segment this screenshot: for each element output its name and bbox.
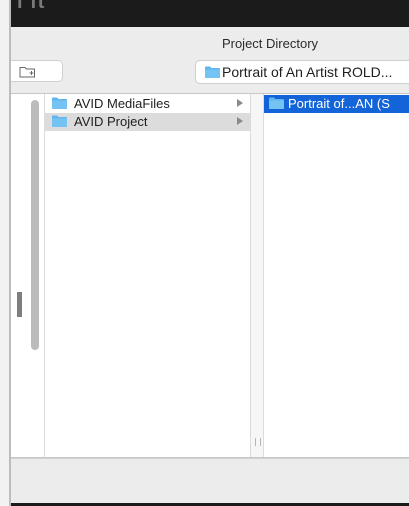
footer-divider (11, 458, 409, 459)
list-item-avid-project[interactable]: AVID Project (45, 113, 250, 131)
folder-icon (269, 97, 284, 109)
screen: l ft Project Directory Portrait of An Ar… (0, 0, 409, 506)
column-browser: AVID MediaFiles AVID Project Portrait of… (11, 93, 409, 458)
dialog-title: Project Directory (221, 36, 319, 51)
new-folder-button[interactable] (11, 60, 63, 82)
folder-icon (52, 97, 67, 109)
left-window-edge (0, 0, 9, 506)
browser-column-root (11, 94, 45, 457)
chevron-right-icon (237, 117, 243, 125)
list-item-avid-mediafiles[interactable]: AVID MediaFiles (45, 95, 250, 113)
column-scrollbar[interactable] (31, 100, 39, 350)
project-directory-dialog: Project Directory Portrait of An Artist … (11, 27, 409, 503)
list-item-label: AVID MediaFiles (74, 96, 170, 111)
list-item-label: Portrait of...AN (S (288, 96, 390, 111)
chevron-right-icon (237, 99, 243, 107)
new-folder-icon (19, 67, 35, 78)
browser-column-1: AVID MediaFiles AVID Project (45, 94, 250, 457)
path-popup-button[interactable]: Portrait of An Artist ROLD... (195, 60, 409, 84)
window-behind-titlebar: l ft (11, 0, 409, 27)
folder-icon (205, 66, 220, 78)
list-item-label: AVID Project (74, 114, 148, 129)
browser-column-2: Portrait of...AN (S (264, 94, 409, 457)
column-divider[interactable] (250, 94, 264, 457)
column-resize-grip[interactable] (255, 438, 261, 446)
window-behind-title: l ft (17, 0, 46, 13)
list-item-portrait-folder[interactable]: Portrait of...AN (S (264, 95, 409, 113)
column-scroll-thumb[interactable] (17, 292, 22, 317)
folder-icon (52, 115, 67, 127)
path-popup-label: Portrait of An Artist ROLD... (222, 64, 393, 80)
